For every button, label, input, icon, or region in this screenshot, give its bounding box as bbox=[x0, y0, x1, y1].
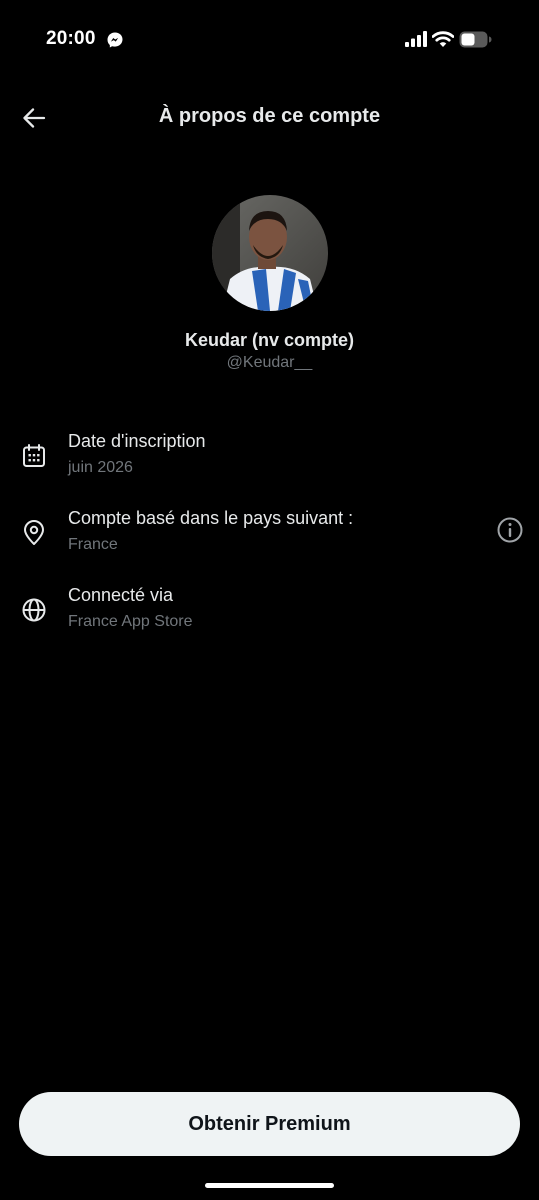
info-label: Date d'inscription bbox=[68, 431, 206, 451]
avatar[interactable] bbox=[212, 195, 328, 311]
page-title: À propos de ce compte bbox=[158, 105, 381, 127]
avatar-photo bbox=[212, 195, 328, 311]
info-row-country: Compte basé dans le pays suivant : Franc… bbox=[0, 508, 539, 568]
wifi-icon bbox=[432, 31, 454, 47]
header: À propos de ce compte bbox=[0, 90, 539, 146]
info-value: France App Store bbox=[68, 613, 193, 630]
info-label: Compte basé dans le pays suivant : bbox=[68, 508, 354, 528]
info-value: France bbox=[68, 536, 118, 553]
status-bar: 20:00 bbox=[0, 0, 539, 80]
info-label: Connecté via bbox=[68, 585, 174, 605]
home-indicator[interactable] bbox=[205, 1183, 334, 1188]
signal-icon bbox=[405, 31, 427, 47]
calendar-icon bbox=[23, 444, 45, 467]
info-circle-icon[interactable] bbox=[496, 516, 524, 544]
get-premium-button[interactable]: Obtenir Premium bbox=[19, 1092, 520, 1156]
messenger-icon bbox=[107, 32, 123, 48]
info-row-connected-via: Connecté via France App Store bbox=[0, 585, 539, 645]
profile-name: Keudar (nv compte) bbox=[184, 330, 355, 350]
info-value: juin 2026 bbox=[68, 459, 133, 476]
battery-icon bbox=[459, 31, 492, 48]
globe-icon bbox=[22, 598, 46, 622]
info-row-join-date: Date d'inscription juin 2026 bbox=[0, 431, 539, 491]
location-pin-icon bbox=[24, 520, 44, 545]
status-time: 20:00 bbox=[46, 28, 96, 49]
profile-handle: @Keudar__ bbox=[226, 354, 313, 371]
